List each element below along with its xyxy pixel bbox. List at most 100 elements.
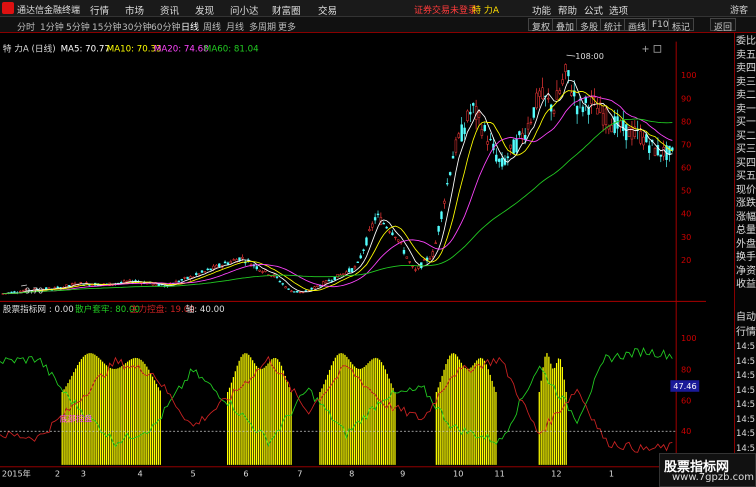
tongji-button[interactable]: 统计 <box>600 18 627 33</box>
indicator-bar <box>278 361 281 465</box>
indicator-bar <box>280 365 283 465</box>
menu-zixun[interactable]: 资讯 <box>160 3 179 17</box>
candle-body <box>460 124 463 142</box>
period-multi[interactable]: 多周期 <box>249 20 276 33</box>
indicator-bar <box>144 363 146 465</box>
time-tick-label: 4 <box>138 468 143 478</box>
indicator-bar <box>234 371 236 465</box>
indicator-bar <box>146 366 148 465</box>
indicator-bar <box>263 367 265 465</box>
candle-body <box>402 249 406 254</box>
menu-wenxiaoda[interactable]: 问小达 <box>230 3 259 17</box>
indicator-bar <box>384 369 386 465</box>
diejia-button[interactable]: 叠加 <box>552 18 579 33</box>
settings-icon[interactable] <box>653 45 662 53</box>
indicator-bar <box>334 357 336 465</box>
period-1min[interactable]: 1分钟 <box>40 20 64 33</box>
indicator-bar <box>491 380 493 465</box>
indicator-bar <box>248 354 250 465</box>
candle-body <box>388 231 391 233</box>
login-tip[interactable]: 证券交易未登录 <box>414 3 477 16</box>
candle-body <box>229 261 233 264</box>
indicator-bar <box>478 358 480 465</box>
candle-body <box>316 285 319 288</box>
candle-body <box>443 200 446 204</box>
menu-faxian[interactable]: 发现 <box>195 3 214 17</box>
plus-icon[interactable]: + <box>642 44 650 55</box>
period-30min[interactable]: 30分钟 <box>122 20 151 33</box>
menu-bangzhu[interactable]: 帮助 <box>558 3 577 17</box>
candle-body <box>451 155 455 159</box>
indicator-bar <box>84 354 86 465</box>
sidebar-item: 卖二 <box>736 90 756 101</box>
indicator-bar <box>359 368 361 465</box>
candle-body <box>489 138 492 141</box>
duogu-button[interactable]: 多股 <box>576 18 603 33</box>
candle-body <box>541 87 544 100</box>
indicator-bar <box>382 365 385 465</box>
candle-body <box>639 131 642 144</box>
candle-body <box>472 103 475 106</box>
candle-body <box>523 134 527 140</box>
indicator-bar <box>123 364 125 465</box>
candle-body <box>13 291 16 294</box>
menu-jiaoyi[interactable]: 交易 <box>318 3 337 17</box>
indicator-bar <box>355 367 358 465</box>
time-tick-label: 12 <box>551 468 561 478</box>
candle-body <box>515 138 518 153</box>
indicator-bar <box>350 361 352 465</box>
candle-body <box>353 266 357 269</box>
candle-body <box>350 268 354 273</box>
menu-xuanxiang[interactable]: 选项 <box>609 3 628 17</box>
menu-hangqing[interactable]: 行情 <box>90 3 109 17</box>
back-button[interactable]: 返回 <box>710 18 737 33</box>
candle-body <box>218 263 221 267</box>
moving-averages <box>2 79 673 295</box>
biaoji-button[interactable]: 标记 <box>668 18 695 33</box>
candle-body <box>668 145 671 155</box>
indicator-bar <box>546 353 548 465</box>
price-tick-label: 40 <box>681 209 691 219</box>
candle-body <box>327 279 331 282</box>
candle-body <box>593 96 596 98</box>
candle-body <box>238 257 241 262</box>
indicator-bar <box>485 364 487 465</box>
period-more[interactable]: 更多 <box>278 20 296 33</box>
period-5min[interactable]: 5分钟 <box>66 20 90 33</box>
candle-body <box>47 287 51 290</box>
indicator-tick-label: 100 <box>681 333 697 343</box>
period-daily[interactable]: 日线 <box>181 20 199 33</box>
candle-body <box>296 290 299 293</box>
candle-body <box>512 139 515 154</box>
indicator-bar <box>119 367 121 465</box>
user-label[interactable]: 游客 <box>730 3 748 16</box>
ma60-line <box>2 118 673 295</box>
candle-body <box>610 125 613 133</box>
candle-body <box>529 121 533 124</box>
stock-tab[interactable]: 特 力A <box>472 3 499 16</box>
period-monthly[interactable]: 月线 <box>226 20 244 33</box>
candle-body <box>258 269 261 272</box>
sidebar-item: 卖四 <box>736 63 756 74</box>
tick-item: 14:5 <box>736 429 756 439</box>
fuquan-button[interactable]: 复权 <box>528 18 555 33</box>
menu-gongshi[interactable]: 公式 <box>584 3 603 17</box>
period-60min[interactable]: 60分钟 <box>151 20 180 33</box>
menu-shichang[interactable]: 市场 <box>125 3 144 17</box>
huaxian-button[interactable]: 画线 <box>624 18 651 33</box>
sidebar-item: 卖五 <box>736 49 756 61</box>
stock-chart[interactable]: 特 力A (日线) MA5: 70.77 MA10: 70.33 MA20: 7… <box>0 33 706 487</box>
indicator-bar <box>336 355 338 465</box>
menu-caifuquan[interactable]: 财富圈 <box>272 3 301 17</box>
period-fenshi[interactable]: 分时 <box>17 20 35 33</box>
indicator-bar <box>321 388 323 465</box>
indicator-bar <box>82 356 84 465</box>
time-tick-label: 11 <box>494 468 504 478</box>
candle-body <box>486 141 489 145</box>
menu-gongneng[interactable]: 功能 <box>532 3 551 17</box>
period-15min[interactable]: 15分钟 <box>92 20 121 33</box>
candle-body <box>261 271 264 273</box>
period-weekly[interactable]: 周线 <box>203 20 221 33</box>
sidebar-item: 买五 <box>736 171 756 182</box>
time-tick-label: 2015年 <box>2 468 31 478</box>
